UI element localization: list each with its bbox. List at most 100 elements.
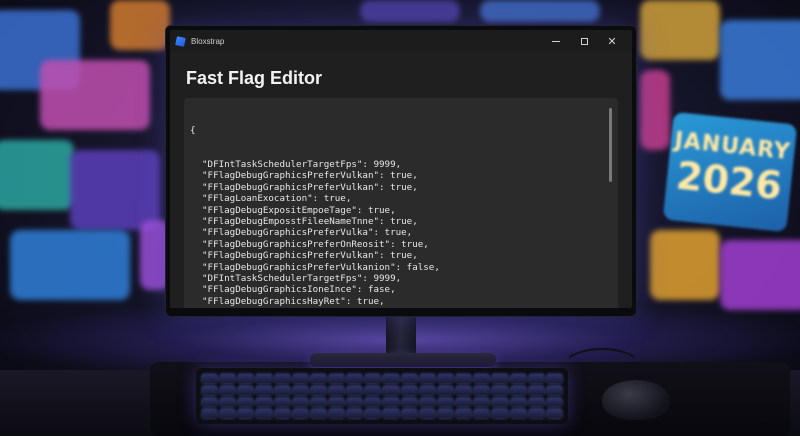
- keyboard-key: [202, 385, 218, 395]
- close-icon: ✕: [607, 34, 617, 48]
- page-title: Fast Flag Editor: [186, 68, 323, 88]
- keyboard-key: [510, 385, 526, 395]
- code-line: "FFlagDebugGraphicsPreferOnReosit": true…: [202, 238, 429, 250]
- keyboard-key: [474, 397, 490, 407]
- keyboard-key: [329, 374, 345, 383]
- keyboard-key: [274, 397, 290, 407]
- minimize-icon: [552, 40, 560, 42]
- code-line: "FFlagDebugGraphicsPreferVulkan": true,: [202, 170, 418, 182]
- background-tile: [360, 0, 460, 22]
- code-area[interactable]: { "DFIntTaskSchedulerTargetFps": 9999, "F…: [184, 98, 618, 308]
- keyboard-key: [292, 374, 308, 383]
- monitor-stand-neck: [386, 312, 416, 358]
- keyboard-key: [456, 409, 472, 418]
- keyboard-key: [310, 385, 327, 395]
- scrollbar-track[interactable]: [609, 102, 616, 304]
- scrollbar-thumb[interactable]: [609, 108, 612, 182]
- code-line: "FFlagDebugGraphicsConfig": true,: [190, 307, 618, 308]
- bloxstrap-logo-icon: [175, 35, 186, 47]
- keyboard-key: [383, 374, 399, 383]
- keyboard-key: [474, 374, 490, 383]
- poster-year: 2026: [674, 153, 784, 209]
- keyboard-key: [456, 374, 472, 383]
- keyboard-key: [419, 385, 435, 395]
- code-line: "FFlagDebugGraphicsPreferVulkanion": fal…: [202, 261, 440, 273]
- code-line-brace: {: [190, 124, 196, 136]
- keyboard-key: [456, 385, 472, 395]
- background-tile: [480, 0, 600, 22]
- keyboard-key: [474, 409, 490, 418]
- background-tile: [650, 230, 720, 300]
- keyboard-key: [256, 397, 272, 407]
- keyboard-key: [274, 385, 290, 395]
- keyboard-key: [401, 397, 417, 407]
- background-poster: JANUARY 2026: [662, 111, 798, 233]
- keyboard-key: [365, 385, 381, 395]
- keyboard-key: [419, 409, 435, 418]
- keyboard-key: [528, 397, 544, 407]
- background-tile: [70, 150, 160, 230]
- keyboard-key: [310, 409, 327, 418]
- keyboard-key: [347, 409, 363, 418]
- code-line: "FFlagDebugGraphicsHayRet": true,: [202, 295, 385, 307]
- keyboard-key: [238, 374, 254, 383]
- keyboard-key: [274, 374, 290, 383]
- keyboard-key: [329, 409, 345, 418]
- background-tile: [0, 140, 74, 210]
- keyboard-key: [292, 385, 308, 395]
- background-tile: [640, 70, 670, 150]
- minimize-button[interactable]: [542, 30, 570, 52]
- keyboard-key: [220, 385, 236, 395]
- keyboard-key: [510, 374, 526, 383]
- title-bar[interactable]: Bloxstrap ✕: [170, 30, 632, 52]
- keyboard-key: [310, 397, 327, 407]
- keyboard-key: [365, 409, 381, 418]
- keyboard-key: [492, 397, 508, 407]
- keyboard-key: [292, 409, 308, 418]
- keyboard-key: [365, 397, 381, 407]
- keyboard-key: [383, 409, 399, 418]
- keyboard-key: [365, 374, 381, 383]
- code-line: "FFlagDebugGraphicsIoneInce": fase,: [202, 284, 396, 296]
- keyboard-key: [510, 397, 526, 407]
- keyboard-key: [220, 374, 236, 383]
- keyboard-key: [238, 397, 254, 407]
- monitor: Bloxstrap ✕ Fast Flag Editor { "DFIntTas…: [166, 26, 636, 316]
- keyboard-key: [238, 385, 254, 395]
- code-line: "FFlagDebugGraphicsPreferVulkan": true,: [202, 181, 418, 193]
- maximize-button[interactable]: [570, 30, 598, 52]
- keyboard-key: [546, 374, 562, 383]
- background-tile: [720, 20, 800, 100]
- code-line: "FFlagLoanExocation": true,: [202, 193, 352, 205]
- background-tile: [10, 230, 130, 300]
- json-editor[interactable]: { "DFIntTaskSchedulerTargetFps": 9999, "F…: [184, 98, 618, 308]
- keyboard-key: [437, 374, 454, 383]
- keyboard-key: [437, 397, 454, 407]
- keyboard-key: [256, 385, 272, 395]
- close-button[interactable]: ✕: [598, 30, 626, 52]
- keyboard-key: [492, 385, 508, 395]
- keyboard-key: [437, 409, 454, 418]
- keyboard-key: [419, 374, 435, 383]
- keyboard-key: [528, 374, 544, 383]
- keyboard-key: [310, 374, 327, 383]
- keyboard-key: [329, 397, 345, 407]
- code-line: "FFlagDebugEmposstFileeNameTnne": true,: [202, 215, 418, 227]
- keyboard: [196, 368, 568, 424]
- code-line: "FFlagDebugGraphicsPreferVulkan": true,: [202, 250, 418, 262]
- keyboard-key: [528, 409, 544, 418]
- keyboard-key: [456, 397, 472, 407]
- keyboard-key: [401, 409, 417, 418]
- keyboard-key: [401, 385, 417, 395]
- keyboard-key: [347, 374, 363, 383]
- code-line: "FFlagDebugExpositEmpoeTage": true,: [202, 204, 396, 216]
- keyboard-key: [202, 374, 218, 383]
- keyboard-key: [492, 374, 508, 383]
- keyboard-key: [546, 397, 562, 407]
- keyboard-key: [238, 409, 254, 418]
- keyboard-key: [492, 409, 508, 418]
- keyboard-key: [419, 397, 435, 407]
- keyboard-key: [383, 397, 399, 407]
- keyboard-key: [528, 385, 544, 395]
- code-line: "FFlagDebugGraphicsPreferVulka": true,: [202, 227, 413, 239]
